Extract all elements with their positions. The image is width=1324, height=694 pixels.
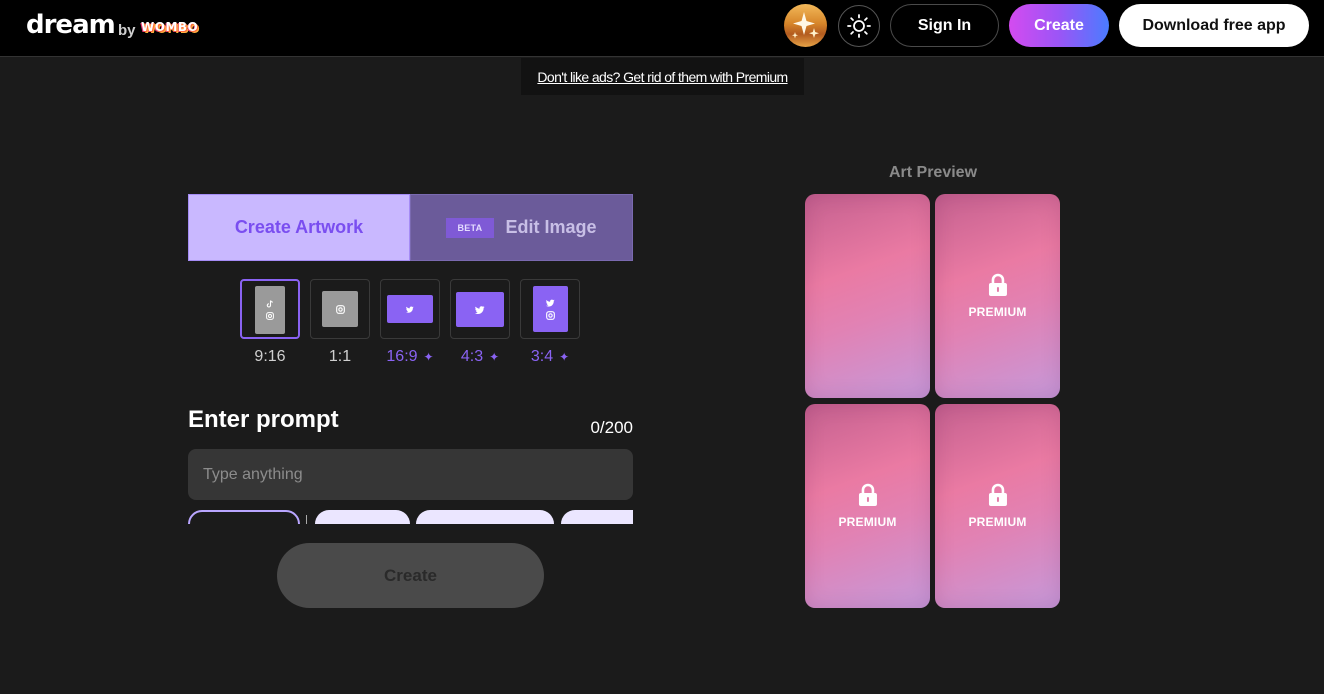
premium-lock: PREMIUM [838,483,896,529]
tiktok-icon [266,300,273,308]
aspect-ratio-label: 16:9 ✦ [375,348,445,366]
twitter-icon [546,299,555,307]
aspect-ratio-3-4[interactable] [520,279,580,339]
aspect-ratio-label: 4:3 ✦ [445,348,515,366]
create-button[interactable]: Create [277,543,544,608]
premium-lock: PREMIUM [968,483,1026,529]
sun-icon [847,14,871,38]
preview-card-premium[interactable]: PREMIUM [805,404,930,608]
portrait-shape [533,286,568,332]
theme-toggle-button[interactable] [838,5,880,47]
aspect-ratio-text: 4:3 [460,348,484,365]
aspect-ratio-text: 16:9 [386,348,418,365]
user-avatar[interactable] [784,4,827,47]
premium-sparkle-icon: ✦ [559,350,570,364]
twitter-icon [406,305,414,313]
header-create-button[interactable]: Create [1009,4,1109,47]
premium-label: PREMIUM [968,515,1027,529]
tab-create-artwork[interactable]: Create Artwork [188,194,410,261]
aspect-ratio-text: 3:4 [530,348,554,365]
aspect-ratio-1-1[interactable] [310,279,370,339]
character-count: 0/200 [590,418,633,437]
tab-create-artwork-label: Create Artwork [234,217,364,237]
wombo-logo[interactable]: WOMBO [141,20,198,34]
premium-sparkle-icon: ✦ [423,350,434,364]
prompt-input[interactable] [188,449,633,500]
preview-card-premium[interactable]: PREMIUM [935,194,1060,398]
sparkle-icon [792,12,819,39]
premium-label: PREMIUM [838,515,897,529]
instagram-icon [546,310,555,320]
twitter-icon [475,305,485,314]
instagram-icon [335,304,345,314]
premium-label: PREMIUM [968,305,1027,319]
aspect-ratio-label: 9:16 [254,348,286,365]
premium-lock: PREMIUM [968,273,1026,319]
preview-card-premium[interactable]: PREMIUM [935,404,1060,608]
aspect-ratio-9-16[interactable] [240,279,300,339]
download-app-button[interactable]: Download free app [1119,4,1309,47]
ad-banner: Don't like ads? Get rid of them with Pre… [521,58,804,95]
tab-edit-image-label: Edit Image [505,217,597,237]
chip-divider [306,515,307,524]
landscape-shape [387,295,433,323]
style-chip[interactable] [416,510,554,524]
beta-badge: BETA [446,217,494,238]
style-chip[interactable] [561,510,633,524]
lock-icon [988,273,1007,296]
aspect-ratio-16-9[interactable] [380,279,440,339]
dream-logo[interactable]: dream [26,10,116,40]
art-preview-title: Art Preview [888,164,978,181]
aspect-ratio-label: 3:4 ✦ [515,348,585,366]
square-shape [322,291,358,327]
aspect-ratio-4-3[interactable] [450,279,510,339]
style-chip[interactable] [315,510,410,524]
portrait-shape [255,286,285,334]
sign-in-button[interactable]: Sign In [890,4,999,47]
remove-ads-link[interactable]: Don't like ads? Get rid of them with Pre… [537,69,788,85]
landscape-shape [456,292,504,327]
lock-icon [858,483,877,506]
premium-sparkle-icon: ✦ [489,350,500,364]
prompt-title: Enter prompt [188,406,339,433]
logo-by-text: by [118,22,136,39]
instagram-icon [266,312,274,320]
preview-card[interactable] [805,194,930,398]
tab-edit-image[interactable]: BETA Edit Image [410,194,633,261]
lock-icon [988,483,1007,506]
style-chips-row [188,510,633,524]
top-navigation-bar: dream by WOMBO Sign In Create Download f… [0,0,1324,57]
aspect-ratio-label: 1:1 [328,348,352,365]
style-chip[interactable] [188,510,300,524]
